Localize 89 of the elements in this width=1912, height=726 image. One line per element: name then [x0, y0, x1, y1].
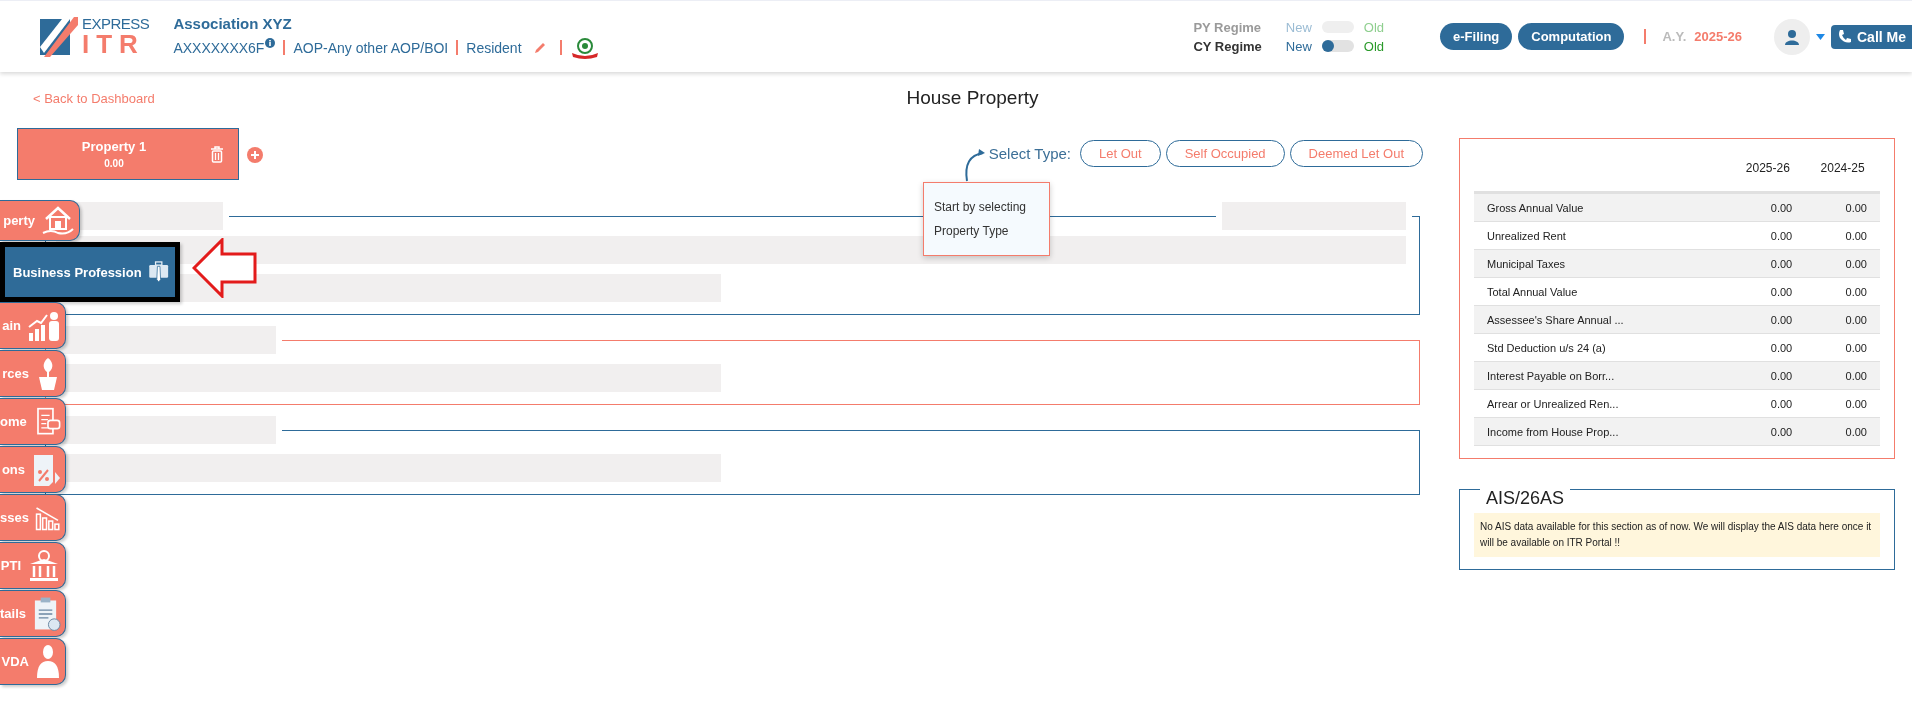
sidebar-tab[interactable]: ain: [0, 302, 66, 349]
table-cell: 0.00: [1730, 417, 1806, 446]
type-option[interactable]: Deemed Let Out: [1289, 140, 1423, 167]
sidebar-tab[interactable]: tails: [0, 590, 66, 637]
info-icon[interactable]: [265, 37, 276, 48]
select-type-label: Select Type:: [988, 145, 1072, 162]
logo-text: EXPRESS: [82, 16, 150, 31]
tab-label: ain: [2, 318, 21, 333]
tab-label: perty: [3, 213, 35, 228]
tab-label: rces: [2, 366, 29, 381]
tab-label: sses: [0, 510, 29, 525]
regime-label: PY Regime: [1193, 19, 1262, 35]
logo-text: ITR: [82, 31, 146, 57]
add-icon[interactable]: [247, 147, 263, 163]
row-label: Arrear or Unrealized Ren...: [1474, 389, 1731, 418]
table-cell: 0.00: [1730, 192, 1806, 222]
sidebar-tab[interactable]: ons: [0, 446, 66, 493]
house-icon: [41, 204, 75, 237]
row-label: Total Annual Value: [1474, 277, 1731, 306]
table-cell: 0.00: [1730, 361, 1806, 390]
tab-label: tails: [0, 606, 26, 621]
entity-type: AOP-Any other AOP/BOI: [293, 39, 449, 56]
type-option[interactable]: Self Occupied: [1165, 140, 1285, 167]
table-cell: 0.00: [1805, 192, 1880, 222]
table-cell: 0.00: [1730, 389, 1806, 418]
sidebar-tab[interactable]: PTI: [0, 542, 66, 589]
sidebar-tab[interactable]: Business Profession: [0, 242, 180, 302]
ay-value: 2025-26: [1694, 29, 1742, 44]
table-cell: 0.00: [1730, 249, 1806, 278]
row-label: Interest Payable on Borr...: [1474, 361, 1731, 390]
person-icon: [1784, 28, 1800, 45]
pan-number: AXXXXXXX6F: [173, 39, 265, 56]
table-cell: 0.00: [1730, 221, 1806, 250]
sidebar-tab[interactable]: VDA: [0, 638, 66, 685]
logo-mark-icon: [40, 16, 78, 57]
clipboard-icon: [32, 595, 61, 632]
table-cell: 0.00: [1805, 277, 1880, 306]
row-label: Assessee's Share Annual ...: [1474, 305, 1731, 334]
table-cell: 0.00: [1805, 249, 1880, 278]
tab-label: VDA: [1, 654, 29, 669]
new-option: New: [1285, 19, 1312, 35]
row-label: Std Deduction u/s 24 (a): [1474, 333, 1731, 362]
back-link[interactable]: < Back to Dashboard: [33, 90, 907, 106]
old-option: Old: [1363, 38, 1385, 54]
table-cell: 0.00: [1730, 305, 1806, 334]
table-cell: 0.00: [1805, 389, 1880, 418]
caret-icon[interactable]: [1816, 33, 1825, 40]
nav-button[interactable]: e-Filing: [1440, 23, 1513, 50]
pointer-arrow: [192, 238, 258, 298]
table-cell: 0.00: [1730, 333, 1806, 362]
ais-message: No AIS data available for this section as of now. We will display the AIS data here once it will be available on ITR Portal !!: [1474, 513, 1880, 557]
table-cell: 0.00: [1805, 417, 1880, 446]
sidebar-tab[interactable]: sses: [0, 494, 66, 541]
ay-label: A.Y.: [1662, 29, 1687, 44]
tooltip: Start by selecting Property Type: [923, 182, 1050, 256]
bank-icon: [27, 548, 61, 583]
type-option[interactable]: Let Out: [1080, 140, 1161, 167]
phone-icon: [1837, 28, 1853, 45]
tab-label: ons: [1, 462, 25, 477]
property-card[interactable]: Property 1 0.00: [17, 128, 239, 180]
avatar-button[interactable]: [1774, 18, 1810, 55]
pencil-icon[interactable]: [533, 41, 546, 54]
person-icon: [35, 643, 61, 680]
table-cell: 0.00: [1730, 277, 1806, 306]
sidebar-tab[interactable]: ome: [0, 398, 66, 445]
emblem-icon: [569, 36, 600, 59]
trash-icon[interactable]: [210, 145, 224, 163]
table-cell: 0.00: [1805, 361, 1880, 390]
table-cell: 0.00: [1805, 333, 1880, 362]
row-label: Income from House Prop...: [1474, 417, 1731, 446]
page-title: House Property: [906, 87, 1039, 109]
sidebar-tab[interactable]: perty: [0, 200, 80, 241]
entity-name: Association XYZ: [173, 14, 293, 32]
row-label: Gross Annual Value: [1474, 192, 1731, 222]
row-label: Unrealized Rent: [1474, 221, 1731, 250]
tab-label: Business Profession: [13, 264, 142, 280]
regime-label: CY Regime: [1193, 38, 1262, 54]
table-cell: 0.00: [1805, 221, 1880, 250]
tab-label: PTI: [0, 558, 21, 573]
regime-toggle[interactable]: [1321, 40, 1354, 52]
new-option: New: [1285, 38, 1312, 54]
row-label: Municipal Taxes: [1474, 249, 1731, 278]
old-option: Old: [1363, 19, 1385, 35]
call-button[interactable]: Call Me: [1831, 24, 1912, 49]
residency-status: Resident: [466, 39, 522, 56]
sidebar-tab[interactable]: rces: [0, 350, 66, 397]
tab-label: ome: [0, 414, 27, 429]
table-cell: 0.00: [1805, 305, 1880, 334]
nav-button[interactable]: Computation: [1518, 23, 1625, 50]
